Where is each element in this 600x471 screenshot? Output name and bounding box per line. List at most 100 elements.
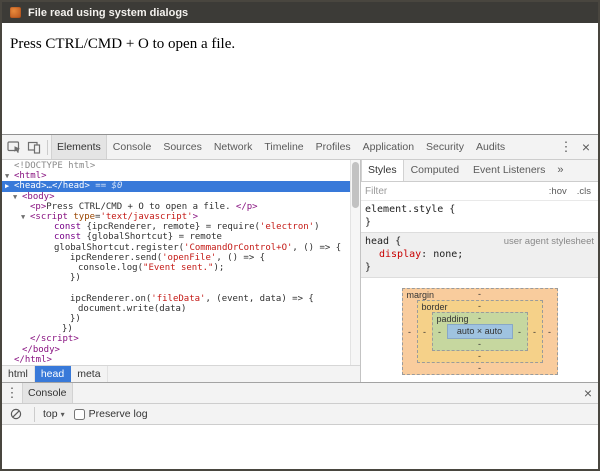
tree-row[interactable]: </body>	[2, 345, 360, 355]
tree-row[interactable]: ▶<head>…</head> == $0	[2, 181, 360, 191]
preserve-log-control[interactable]: Preserve log	[70, 408, 148, 420]
console-toolbar-separator	[34, 407, 35, 422]
tab-console[interactable]: Console	[107, 135, 158, 159]
drawer-header: ⋮ Console ×	[2, 383, 598, 404]
tab-profiles[interactable]: Profiles	[310, 135, 357, 159]
margin-left-value[interactable]: -	[403, 327, 417, 337]
tree-scrollbar-thumb[interactable]	[352, 162, 359, 208]
tree-row[interactable]: ipcRenderer.send('openFile', () => {	[2, 253, 360, 263]
drawer-close-icon[interactable]: ×	[578, 383, 598, 403]
titlebar: File read using system dialogs	[2, 2, 598, 23]
execution-context-selector[interactable]: top ▾	[43, 408, 65, 420]
tree-row[interactable]: </html>	[2, 355, 360, 365]
clear-console-icon[interactable]	[6, 403, 26, 425]
sidebar-tab-event-listeners[interactable]: Event Listeners	[466, 160, 552, 181]
crumb-meta[interactable]: meta	[71, 366, 107, 382]
device-toolbar-icon[interactable]	[24, 136, 44, 158]
margin-bottom-value[interactable]: -	[403, 363, 557, 374]
tree-row[interactable]: ipcRenderer.on('fileData', (event, data)…	[2, 294, 360, 304]
style-property[interactable]: display: none;	[365, 248, 594, 261]
tree-row[interactable]: ▼<html>	[2, 171, 360, 181]
devtools-panel: ElementsConsoleSourcesNetworkTimelinePro…	[2, 134, 598, 469]
border-left-value[interactable]: -	[418, 327, 432, 337]
tab-security[interactable]: Security	[420, 135, 470, 159]
execution-context-value: top	[43, 408, 58, 420]
tab-timeline[interactable]: Timeline	[258, 135, 309, 159]
crumb-head[interactable]: head	[35, 366, 71, 382]
padding-right-value[interactable]: -	[513, 327, 527, 337]
pseudo-state-toggle[interactable]: :hov	[546, 185, 570, 198]
tree-row[interactable]: </script>	[2, 334, 360, 344]
expanded-arrow-icon[interactable]: ▼	[13, 192, 22, 202]
rule-selector-line[interactable]: element.style {	[365, 203, 594, 216]
class-toggle[interactable]: .cls	[574, 185, 594, 198]
tab-elements[interactable]: Elements	[51, 135, 107, 159]
tab-audits[interactable]: Audits	[470, 135, 511, 159]
tab-network[interactable]: Network	[208, 135, 259, 159]
sidebar-tab-styles[interactable]: Styles	[361, 160, 404, 181]
devtools-close-icon[interactable]: ×	[576, 136, 596, 158]
tree-row[interactable]: const {globalShortcut} = remote	[2, 232, 360, 242]
rule-selector-line[interactable]: user agent stylesheethead {	[365, 235, 594, 248]
tree-row[interactable]: document.write(data)	[2, 304, 360, 314]
tab-application[interactable]: Application	[357, 135, 420, 159]
box-model-pane: margin - - border - - padding	[361, 278, 598, 382]
rendered-page: Press CTRL/CMD + O to open a file.	[2, 23, 598, 134]
tree-row[interactable]: <p>Press CTRL/CMD + O to open a file. </…	[2, 202, 360, 212]
box-model-border[interactable]: border - - padding - - au	[417, 300, 543, 363]
tree-scrollbar[interactable]	[350, 160, 360, 365]
box-model-padding-label: padding	[437, 314, 469, 324]
window-title: File read using system dialogs	[28, 7, 188, 19]
style-rule: element.style {}	[361, 201, 598, 233]
padding-bottom-value[interactable]: -	[433, 339, 527, 350]
sidebar-tabs-overflow-icon[interactable]: »	[552, 160, 568, 181]
styles-filter-input[interactable]	[365, 186, 542, 197]
margin-right-value[interactable]: -	[543, 327, 557, 337]
preserve-log-label: Preserve log	[89, 408, 148, 420]
drawer-menu-icon[interactable]: ⋮	[2, 383, 22, 403]
app-window: File read using system dialogs Press CTR…	[0, 0, 600, 471]
padding-left-value[interactable]: -	[433, 327, 447, 337]
box-model-content[interactable]: auto × auto	[447, 324, 513, 339]
elements-panel: <!DOCTYPE html>▼<html>▶<head>…</head> ==…	[2, 160, 361, 382]
preserve-log-checkbox[interactable]	[74, 409, 85, 420]
crumb-html[interactable]: html	[2, 366, 35, 382]
tree-row[interactable]: console.log("Event sent.");	[2, 263, 360, 273]
devtools-menu-icon[interactable]: ⋮	[556, 136, 576, 158]
drawer-tab-console[interactable]: Console	[22, 383, 73, 403]
tree-row[interactable]	[2, 283, 360, 293]
tree-row[interactable]: ▼<body>	[2, 192, 360, 202]
styles-filter-bar: :hov .cls	[361, 182, 598, 201]
style-rules: element.style {}user agent stylesheethea…	[361, 201, 598, 278]
box-model-padding[interactable]: padding - - auto × auto - -	[432, 312, 528, 351]
page-message: Press CTRL/CMD + O to open a file.	[10, 36, 590, 53]
console-drawer: ⋮ Console × top ▾ Preserve	[2, 382, 598, 469]
sidebar-tab-computed[interactable]: Computed	[404, 160, 466, 181]
tree-row[interactable]: })	[2, 324, 360, 334]
tree-row[interactable]: })	[2, 273, 360, 283]
inspect-element-icon[interactable]	[4, 136, 24, 158]
tree-row[interactable]: })	[2, 314, 360, 324]
expanded-arrow-icon[interactable]: ▼	[21, 212, 30, 222]
style-rule: user agent stylesheethead {display: none…	[361, 233, 598, 278]
tab-sources[interactable]: Sources	[157, 135, 208, 159]
console-toolbar: top ▾ Preserve log	[2, 404, 598, 425]
devtools-toolbar: ElementsConsoleSourcesNetworkTimelinePro…	[2, 135, 598, 160]
border-bottom-value[interactable]: -	[418, 351, 542, 362]
collapsed-arrow-icon[interactable]: ▶	[5, 181, 14, 191]
tree-row[interactable]: <!DOCTYPE html>	[2, 161, 360, 171]
sidebar-tabs: StylesComputedEvent Listeners»	[361, 160, 598, 182]
breadcrumb: htmlheadmeta	[2, 365, 360, 382]
expanded-arrow-icon[interactable]: ▼	[5, 171, 14, 181]
console-messages-area[interactable]	[2, 425, 598, 469]
devtools-tabs: ElementsConsoleSourcesNetworkTimelinePro…	[51, 135, 511, 159]
tree-row[interactable]: const {ipcRenderer, remote} = require('e…	[2, 222, 360, 232]
box-model-margin[interactable]: margin - - border - - padding	[402, 288, 558, 375]
devtools-toolbar-right: ⋮ ×	[556, 136, 596, 158]
styles-sidebar: StylesComputedEvent Listeners» :hov .cls…	[361, 160, 598, 382]
border-right-value[interactable]: -	[528, 327, 542, 337]
tree-row[interactable]: globalShortcut.register('CommandOrContro…	[2, 243, 360, 253]
devtools-main: <!DOCTYPE html>▼<html>▶<head>…</head> ==…	[2, 160, 598, 382]
box-model-margin-label: margin	[407, 290, 435, 300]
tree-row[interactable]: ▼<script type='text/javascript'>	[2, 212, 360, 222]
